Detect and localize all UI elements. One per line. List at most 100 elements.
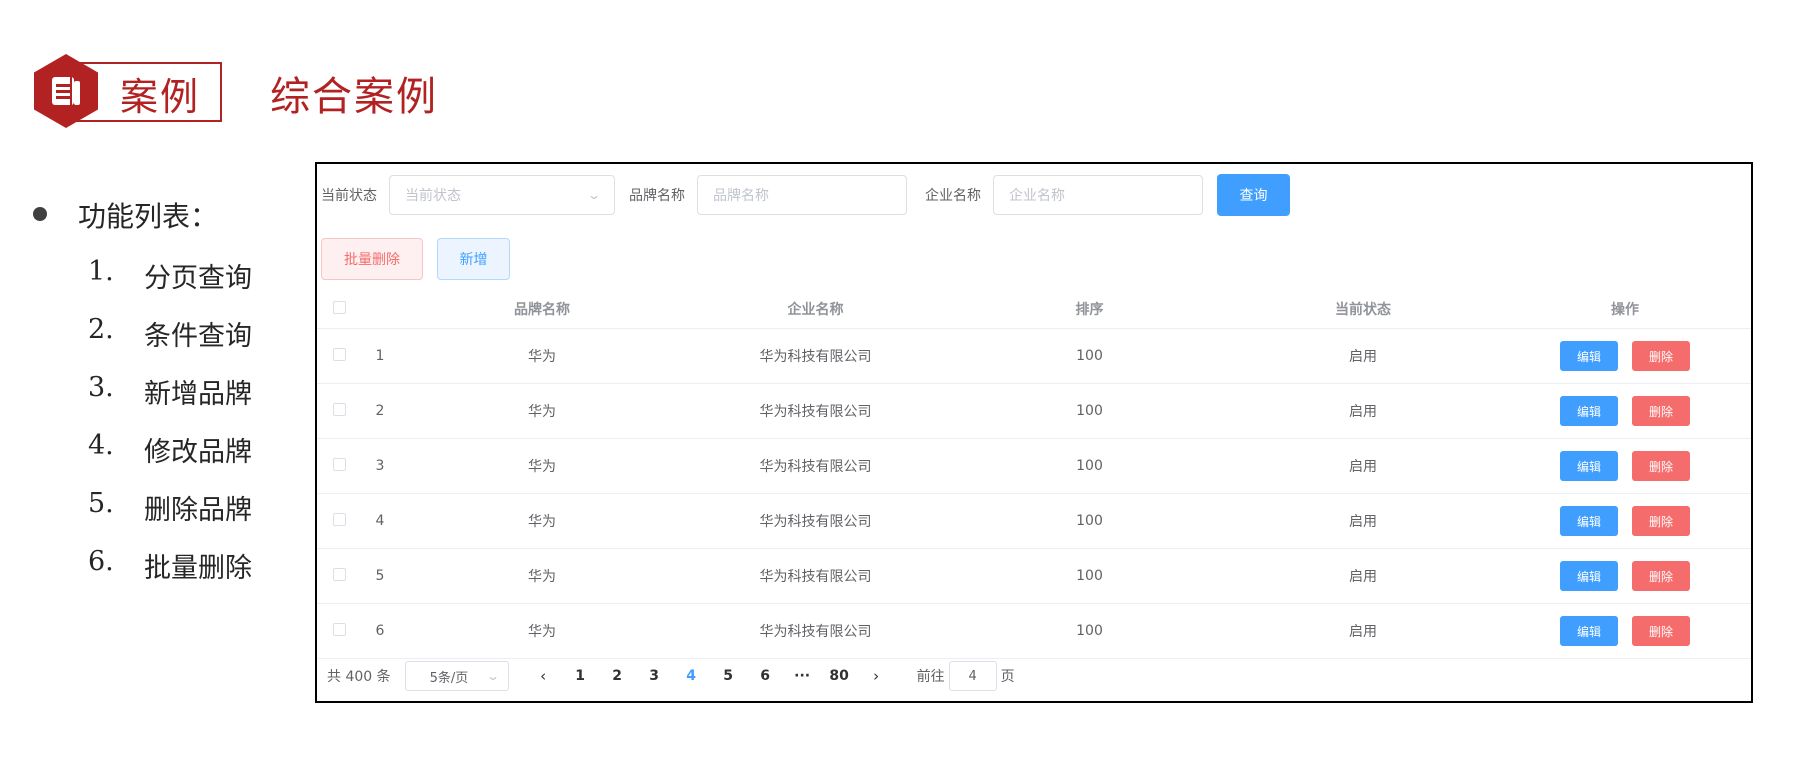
row-checkbox[interactable] xyxy=(333,402,346,416)
delete-button[interactable]: 删除 xyxy=(1632,341,1690,371)
row-checkbox[interactable] xyxy=(333,347,346,361)
status-cell: 启用 xyxy=(1349,459,1377,475)
query-button[interactable]: 查询 xyxy=(1217,174,1290,216)
feature-text: 分页查询 xyxy=(144,263,252,294)
page-size-select[interactable]: 5条/页 ⌄ xyxy=(404,661,509,691)
feature-text: 新增品牌 xyxy=(144,379,252,410)
feature-number: 2. xyxy=(88,314,114,345)
row-index: 5 xyxy=(375,568,385,584)
brand-management-app: 当前状态 当前状态 ⌄ 品牌名称 品牌名称 企业名称 企业名称 查询 批量删除 … xyxy=(315,162,1753,703)
row-checkbox[interactable] xyxy=(333,622,346,636)
edit-button[interactable]: 编辑 xyxy=(1560,561,1618,591)
page-5[interactable]: 5 xyxy=(710,668,747,684)
edit-button[interactable]: 编辑 xyxy=(1560,341,1618,371)
table-row: 5 华为 华为科技有限公司 100 启用 编辑 删除 xyxy=(317,549,1751,604)
feature-number: 1. xyxy=(88,256,114,287)
delete-button[interactable]: 删除 xyxy=(1632,451,1690,481)
brand-name-placeholder: 品牌名称 xyxy=(713,188,769,204)
page-4-current[interactable]: 4 xyxy=(673,668,710,684)
bullet-dot xyxy=(33,207,47,221)
feature-item: 5. 删除品牌 xyxy=(88,488,252,546)
status-select-placeholder: 当前状态 xyxy=(405,188,461,204)
delete-button[interactable]: 删除 xyxy=(1632,616,1690,646)
order-cell: 100 xyxy=(1076,458,1103,474)
status-select[interactable]: 当前状态 ⌄ xyxy=(389,175,615,215)
row-checkbox[interactable] xyxy=(333,567,346,581)
edit-button[interactable]: 编辑 xyxy=(1560,506,1618,536)
feature-item: 3. 新增品牌 xyxy=(88,372,252,430)
goto-suffix: 页 xyxy=(1000,669,1015,685)
feature-number: 5. xyxy=(88,488,114,519)
status-cell: 启用 xyxy=(1349,569,1377,585)
column-header-order: 排序 xyxy=(1075,302,1104,318)
table-body: 1 华为 华为科技有限公司 100 启用 编辑 删除 2 华为 华为科技有限公司… xyxy=(317,329,1751,659)
feature-text: 修改品牌 xyxy=(144,437,252,468)
chevron-down-icon: ⌄ xyxy=(586,188,602,202)
pagination-total: 共 400 条 xyxy=(327,669,391,685)
row-index: 3 xyxy=(375,458,385,474)
column-header-status: 当前状态 xyxy=(1335,302,1391,318)
feature-text: 删除品牌 xyxy=(144,495,252,526)
delete-button[interactable]: 删除 xyxy=(1632,396,1690,426)
next-page-button[interactable]: › xyxy=(858,667,895,685)
feature-item: 2. 条件查询 xyxy=(88,314,252,372)
brand-name-input[interactable]: 品牌名称 xyxy=(697,175,907,215)
chevron-down-icon: ⌄ xyxy=(485,669,500,683)
select-all-checkbox[interactable] xyxy=(333,300,346,314)
page-1[interactable]: 1 xyxy=(562,668,599,684)
page-2[interactable]: 2 xyxy=(599,668,636,684)
page-80[interactable]: 80 xyxy=(821,668,858,684)
column-header-company: 企业名称 xyxy=(787,302,844,318)
operations-cell: 编辑 删除 xyxy=(1499,341,1751,371)
add-button[interactable]: 新增 xyxy=(437,238,510,280)
prev-page-button[interactable]: ‹ xyxy=(525,667,562,685)
status-cell: 启用 xyxy=(1349,349,1377,365)
table-row: 6 华为 华为科技有限公司 100 启用 编辑 删除 xyxy=(317,604,1751,659)
order-cell: 100 xyxy=(1076,568,1103,584)
goto-label: 前往 xyxy=(916,669,945,685)
operations-cell: 编辑 删除 xyxy=(1499,506,1751,536)
delete-button[interactable]: 删除 xyxy=(1632,561,1690,591)
company-name-cell: 华为科技有限公司 xyxy=(759,404,872,420)
table-row: 3 华为 华为科技有限公司 100 启用 编辑 删除 xyxy=(317,439,1751,494)
row-checkbox[interactable] xyxy=(333,512,346,526)
table-row: 4 华为 华为科技有限公司 100 启用 编辑 删除 xyxy=(317,494,1751,549)
column-header-brand: 品牌名称 xyxy=(514,302,570,318)
company-name-label: 企业名称 xyxy=(925,188,981,204)
company-name-input[interactable]: 企业名称 xyxy=(993,175,1203,215)
delete-button[interactable]: 删除 xyxy=(1632,506,1690,536)
pagination: 共 400 条 5条/页 ⌄ ‹ 1 2 3 4 5 6 ··· 80 › 前往… xyxy=(327,661,1015,691)
more-pages-ellipsis[interactable]: ··· xyxy=(784,668,821,684)
edit-button[interactable]: 编辑 xyxy=(1560,451,1618,481)
company-name-cell: 华为科技有限公司 xyxy=(759,569,872,585)
feature-number: 4. xyxy=(88,430,114,461)
row-index: 4 xyxy=(375,513,385,529)
batch-delete-button[interactable]: 批量删除 xyxy=(321,238,423,280)
company-name-cell: 华为科技有限公司 xyxy=(759,459,872,475)
status-label: 当前状态 xyxy=(321,188,377,204)
operations-cell: 编辑 删除 xyxy=(1499,451,1751,481)
row-checkbox[interactable] xyxy=(333,457,346,471)
edit-button[interactable]: 编辑 xyxy=(1560,396,1618,426)
case-tag-label: 案例 xyxy=(120,75,201,119)
brand-name-cell: 华为 xyxy=(528,514,556,530)
action-bar: 批量删除 新增 xyxy=(321,238,510,280)
page-6[interactable]: 6 xyxy=(747,668,784,684)
feature-list: 1. 分页查询 2. 条件查询 3. 新增品牌 4. 修改品牌 5. 删除品牌 6. 批量删… xyxy=(88,256,252,604)
brand-name-cell: 华为 xyxy=(528,569,556,585)
order-cell: 100 xyxy=(1076,348,1103,364)
goto-page-input[interactable]: 4 xyxy=(948,661,997,691)
table-header: 品牌名称 企业名称 排序 当前状态 操作 xyxy=(317,290,1751,329)
slide-title: 综合案例 xyxy=(270,74,438,120)
feature-heading: 功能列表： xyxy=(78,200,219,233)
feature-item: 6. 批量删除 xyxy=(88,546,252,604)
operations-cell: 编辑 删除 xyxy=(1499,396,1751,426)
feature-text: 条件查询 xyxy=(144,321,252,352)
search-form: 当前状态 当前状态 ⌄ 品牌名称 品牌名称 企业名称 企业名称 查询 xyxy=(321,174,1290,216)
page-3[interactable]: 3 xyxy=(636,668,673,684)
order-cell: 100 xyxy=(1076,403,1103,419)
page-size-value: 5条/页 xyxy=(429,670,469,686)
edit-button[interactable]: 编辑 xyxy=(1560,616,1618,646)
brand-name-cell: 华为 xyxy=(528,459,556,475)
feature-text: 批量删除 xyxy=(144,553,252,584)
